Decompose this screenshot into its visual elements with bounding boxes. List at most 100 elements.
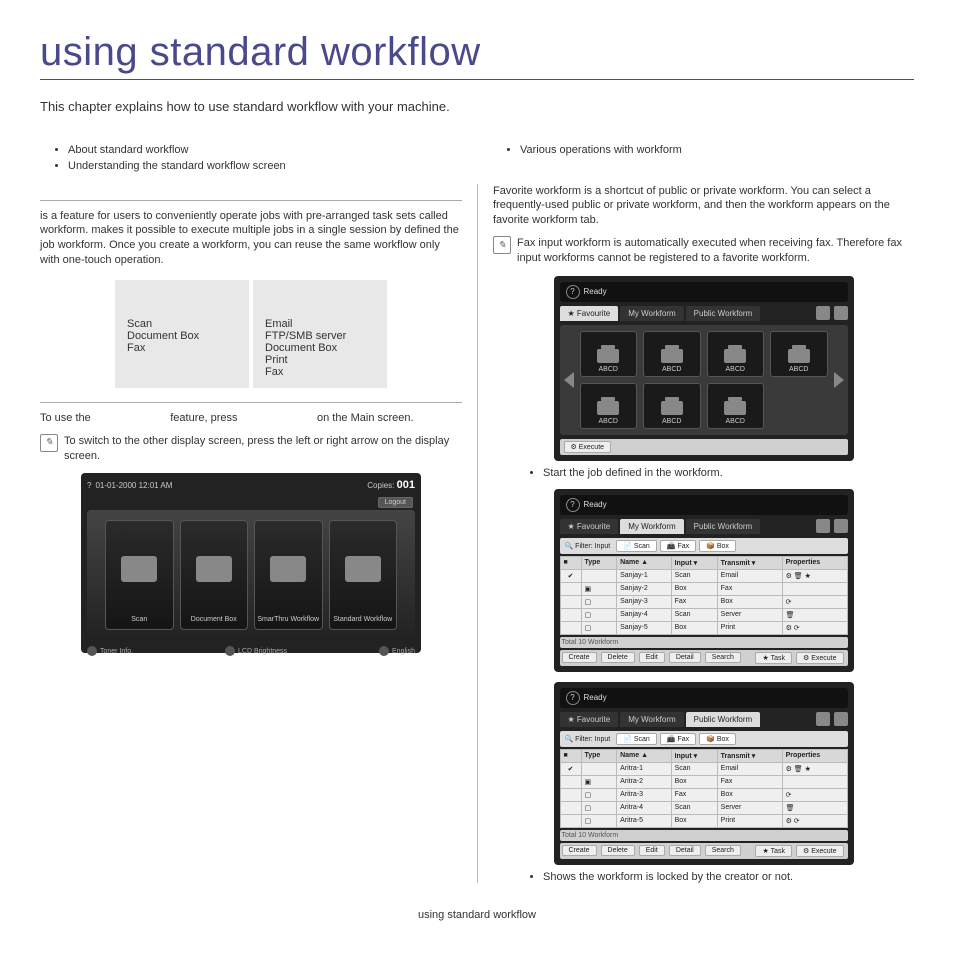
tab-public-workform: Public Workform [686,519,761,534]
text: Email [265,318,375,330]
favourite-screenshot: ?Ready Favourite My Workform Public Work… [554,276,854,461]
help-icon: ? [566,285,580,299]
create-button: Create [562,652,597,663]
col-transmit: Transmit ▾ [717,556,782,569]
input-output-table: Scan Document Box Fax Email FTP/SMB serv… [40,280,462,388]
help-icon: ? [566,691,580,705]
main-tile-smarthru: SmarThru Workflow [254,520,323,630]
text: Scan [634,543,650,550]
topic-item: Understanding the standard workflow scre… [68,160,462,172]
globe-icon [379,646,389,656]
home-icon [834,306,848,320]
edit-button: Edit [639,652,665,663]
use-line: To use the feature, press on the Main sc… [40,411,462,426]
delete-button: Delete [601,845,635,856]
chapter-intro: This chapter explains how to use standar… [40,98,914,116]
main-screen-screenshot: ? 01-01-2000 12:01 AM Copies: 001 Logout… [81,473,421,653]
text: Fax [127,342,237,354]
workform-table: ■ Type Name ▲ Input ▾ Transmit ▾ Propert… [560,749,848,828]
tile-label: ABCD [599,418,618,425]
col-name: Name ▲ [617,556,671,569]
workform-tile: ABCD [707,331,765,377]
note-text: Fax input workform is automatically exec… [517,236,914,266]
brightness-icon [225,646,235,656]
text: feature, press [170,412,240,424]
text: Document Box [265,342,375,354]
execute-button: ⚙ Execute [796,652,844,664]
tab-public-workform: Public Workform [686,306,761,321]
printer-icon [597,401,619,415]
table-row: ▢Sanjay-3FaxBox⟳ [560,595,847,608]
edit-button: Edit [639,845,665,856]
box-icon [196,556,232,582]
topic-item: About standard workflow [68,144,462,156]
topic-list-left: About standard workflow Understanding th… [40,144,462,172]
tile-label: ABCD [662,366,681,373]
table-row: ✔Sanjay-1ScanEmail⚙ 🗑 ★ [560,569,847,582]
topic-item: Various operations with workform [520,144,914,156]
printer-icon [724,349,746,363]
section-rule [40,200,462,201]
total-text: Total 10 Workform [562,832,619,839]
right-arrow-icon [834,372,844,388]
info-icon [87,646,97,656]
text: Box [717,543,729,550]
home-icon [834,519,848,533]
table-row: ▣Sanjay-2BoxFax [560,582,847,595]
tab-public-workform: Public Workform [686,712,761,727]
public-workform-screenshot: ?Ready Favourite My Workform Public Work… [554,682,854,865]
topic-list-right: Various operations with workform [492,144,914,156]
filter-label: Filter: Input [575,543,610,550]
menu-icon [816,519,830,533]
tile-label: ABCD [726,418,745,425]
table-cell: Scan Document Box Fax [115,308,249,388]
home-icon [834,712,848,726]
note-text: To switch to the other display screen, p… [64,434,462,464]
execute-button: ⚙ Execute [564,441,612,453]
menu-icon [816,712,830,726]
table-row: ▢Aritra-5BoxPrint⚙ ⟳ [560,814,847,827]
caption-text: Shows the workform is locked by the crea… [543,871,914,883]
task-button: ★ Task [755,845,792,857]
text: To use the [40,412,94,424]
footer-text: English [392,648,415,655]
workform-table: ■ Type Name ▲ Input ▾ Transmit ▾ Propert… [560,556,848,635]
table-header-blank [115,280,249,308]
search-button: Search [705,652,741,663]
tile-label: Document Box [191,616,237,624]
note-icon: ✎ [493,236,511,254]
help-icon: ? [87,481,91,490]
printer-icon [597,349,619,363]
status-text: Ready [584,693,607,702]
tab-my-workform: My Workform [620,306,683,321]
table-cell: Email FTP/SMB server Document Box Print … [253,308,387,388]
printer-icon [345,556,381,582]
text: Document Box [127,330,237,342]
detail-button: Detail [669,845,701,856]
workform-tile: ABCD [770,331,828,377]
workflow-icon [270,556,306,582]
printer-icon [661,401,683,415]
left-arrow-icon [564,372,574,388]
main-tile-scan: Scan [105,520,174,630]
help-icon: ? [566,498,580,512]
my-workform-screenshot: ?Ready Favourite My Workform Public Work… [554,489,854,672]
table-row: ▢Aritra-4ScanServer🗑 [560,801,847,814]
section-rule [40,402,462,403]
filter-chip-fax: 📠 Fax [660,540,696,552]
status-text: Ready [584,287,607,296]
task-button: ★ Task [755,652,792,664]
tab-favourite: Favourite [560,519,619,534]
about-paragraph: is a feature for users to conveniently o… [40,209,462,268]
note: ✎ To switch to the other display screen,… [40,434,462,464]
tile-label: ABCD [599,366,618,373]
detail-button: Detail [669,652,701,663]
table-row: ▢Sanjay-5BoxPrint⚙ ⟳ [560,621,847,634]
workform-tile: ABCD [580,383,638,429]
tile-label: ABCD [726,366,745,373]
total-text: Total 10 Workform [562,639,622,646]
execute-button: ⚙ Execute [796,845,844,857]
workform-tile: ABCD [643,383,701,429]
col-type: Type [581,556,617,569]
caption: Shows the workform is locked by the crea… [493,871,914,883]
